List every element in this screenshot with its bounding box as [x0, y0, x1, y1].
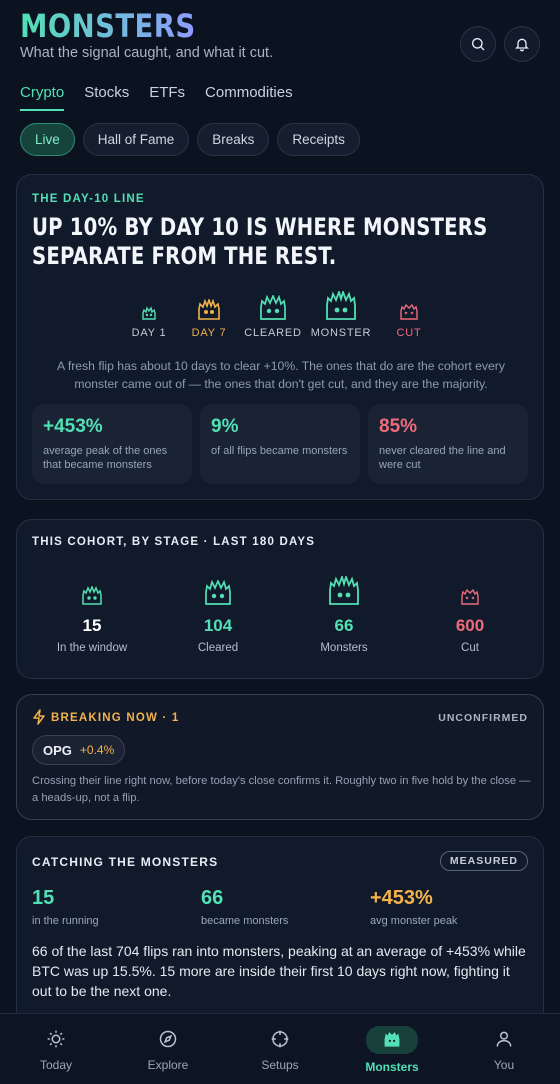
nav-explore[interactable]: Explore — [123, 1026, 213, 1072]
stat-value: 85% — [379, 416, 418, 437]
nav-label: Explore — [147, 1058, 189, 1072]
breaking-description: Crossing their line right now, before to… — [32, 775, 531, 804]
catching-label: avg monster peak — [370, 915, 458, 927]
catching-value: 66 — [201, 887, 224, 909]
sun-icon — [47, 1030, 65, 1048]
ticker-chip[interactable]: OPG +0.4% — [32, 735, 126, 765]
cohort-cut: 600 Cut — [410, 576, 530, 654]
nav-label: Monsters — [365, 1060, 419, 1074]
stage-progression: DAY 1 DAY 7 CLEARED MONSTER CUT — [17, 291, 545, 339]
stat-text: average peak of the ones that became mon… — [43, 445, 168, 471]
tab-etfs[interactable]: ETFs — [149, 84, 185, 111]
nav-label: Today — [39, 1058, 73, 1072]
monster-full-icon — [329, 576, 359, 605]
day10-headline: Up 10% by day 10 is where monsters separ… — [32, 213, 488, 270]
cohort-eyebrow: THIS COHORT, BY STAGE · LAST 180 DAYS — [32, 536, 316, 548]
tab-crypto[interactable]: Crypto — [20, 84, 65, 111]
stage-label: MONSTER — [310, 327, 372, 339]
stage-label: DAY 1 — [131, 327, 167, 339]
stat-value: 9% — [211, 416, 239, 437]
monster-cleared-icon — [260, 295, 286, 320]
search-icon — [472, 38, 485, 51]
stage-day1: DAY 1 — [119, 291, 179, 339]
catching-value: 15 — [32, 887, 55, 909]
stat-avg-peak: +453% average peak of the ones that beca… — [32, 404, 192, 484]
breaking-card: BREAKING NOW · 1 UNCONFIRMED OPG +0.4% C… — [16, 694, 544, 820]
nav-today[interactable]: Today — [11, 1026, 101, 1072]
pill-hall-of-fame[interactable]: Hall of Fame — [82, 123, 190, 156]
search-button[interactable] — [460, 26, 496, 62]
cohort-in-window: 15 In the window — [32, 576, 152, 654]
tab-commodities[interactable]: Commodities — [205, 84, 293, 111]
pill-live[interactable]: Live — [20, 123, 75, 156]
stage-label: DAY 7 — [191, 327, 227, 339]
pill-breaks[interactable]: Breaks — [197, 123, 270, 156]
cohort-monsters: 66 Monsters — [284, 576, 404, 654]
compass-icon — [159, 1030, 177, 1048]
monster-growing-icon — [198, 299, 220, 320]
nav-label: You — [493, 1058, 515, 1072]
cohort-label: Monsters — [320, 642, 368, 654]
stage-day7: DAY 7 — [179, 291, 239, 339]
stat-monster-rate: 9% of all flips became monsters — [200, 404, 360, 484]
cohort-value: 104 — [203, 616, 233, 635]
nav-setups[interactable]: Setups — [235, 1026, 325, 1072]
catching-summary: 66 of the last 704 flips ran into monste… — [32, 943, 526, 999]
cohort-value: 15 — [82, 616, 102, 635]
monster-small-icon — [82, 586, 102, 605]
nav-monsters[interactable]: Monsters — [347, 1026, 437, 1074]
catching-label: became monsters — [201, 915, 289, 927]
cohort-label: Cut — [461, 642, 479, 654]
bell-icon — [515, 38, 529, 52]
brand-title: MONSTERS — [20, 7, 196, 45]
cohort-stages: 15 In the window 104 Cleared 66 Monsters… — [17, 576, 545, 666]
tab-stocks[interactable]: Stocks — [84, 84, 129, 111]
stat-cut-rate: 85% never cleared the line and were cut — [368, 404, 528, 484]
monster-small-icon — [142, 306, 156, 320]
market-tabs: Crypto Stocks ETFs Commodities — [20, 84, 293, 111]
day10-card: THE DAY-10 LINE Up 10% by day 10 is wher… — [16, 174, 544, 500]
cohort-value: 600 — [455, 616, 485, 635]
measured-badge: MEASURED — [439, 851, 528, 871]
cohort-cleared: 104 Cleared — [158, 576, 278, 654]
catching-value: +453% — [370, 887, 433, 909]
crosshair-icon — [271, 1030, 289, 1048]
lightning-icon — [33, 709, 45, 725]
notifications-button[interactable] — [504, 26, 540, 62]
cohort-value: 66 — [334, 616, 354, 635]
stage-cleared: CLEARED — [239, 291, 307, 339]
nav-you[interactable]: You — [459, 1026, 549, 1072]
stat-text: never cleared the line and were cut — [379, 445, 506, 471]
ticker-change: +0.4% — [79, 743, 115, 757]
stage-cut: CUT — [375, 291, 443, 339]
nav-label: Setups — [261, 1058, 299, 1072]
stat-text: of all flips became monsters — [211, 445, 348, 457]
monster-full-icon — [326, 291, 356, 320]
header: MONSTERS What the signal caught, and wha… — [20, 8, 540, 68]
breaking-eyebrow: BREAKING NOW · 1 — [51, 712, 180, 724]
stat-value: +453% — [43, 416, 103, 437]
cohort-label: In the window — [56, 642, 128, 654]
stage-label: CUT — [396, 327, 422, 339]
monster-cleared-icon — [205, 580, 231, 605]
user-icon — [496, 1031, 512, 1047]
monster-cut-icon — [400, 303, 418, 320]
pill-receipts[interactable]: Receipts — [277, 123, 360, 156]
monster-cut-icon — [461, 588, 479, 605]
stage-label: CLEARED — [244, 327, 302, 339]
status-badge: UNCONFIRMED — [438, 712, 528, 724]
day10-eyebrow: THE DAY-10 LINE — [32, 193, 145, 205]
catching-eyebrow: CATCHING THE MONSTERS — [32, 855, 219, 869]
ticker-symbol: OPG — [43, 742, 72, 758]
catching-label: in the running — [32, 915, 99, 927]
view-pills: Live Hall of Fame Breaks Receipts — [20, 123, 360, 156]
monster-icon — [384, 1032, 400, 1047]
day10-stats: +453% average peak of the ones that beca… — [32, 404, 528, 484]
cohort-label: Cleared — [197, 642, 239, 654]
stage-monster: MONSTER — [307, 291, 375, 339]
cohort-card: THIS COHORT, BY STAGE · LAST 180 DAYS 15… — [16, 519, 544, 679]
app-root: MONSTERS What the signal caught, and wha… — [0, 0, 560, 1084]
day10-description: A fresh flip has about 10 days to clear … — [57, 359, 505, 391]
bottom-nav: Today Explore Setups Monsters You — [0, 1013, 560, 1084]
